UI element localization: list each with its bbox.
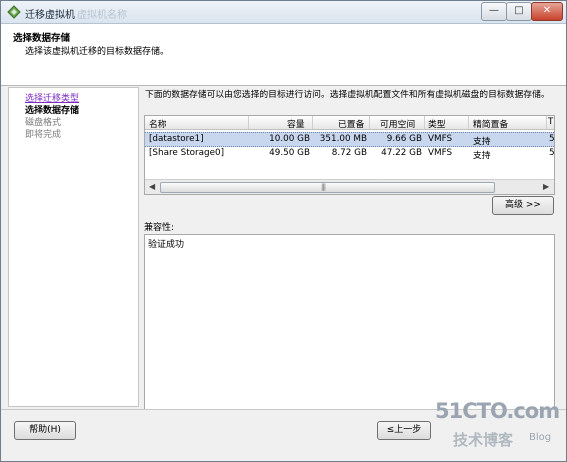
page-subtitle: 选择该虚拟机迁移的目标数据存储。 [25,47,170,57]
cell-type: VMFS [428,148,453,158]
column-header-provisioned[interactable]: 已置备 [338,117,364,130]
window-title: 迁移虚拟机 [25,10,75,21]
column-header-more[interactable]: T [548,117,553,127]
datastore-table: 名称 容量 已置备 可用空间 类型 精简置备 T [datastore1] 10… [144,115,555,195]
cell-free-space: 9.66 GB [386,134,422,144]
wizard-header: 选择数据存储 选择该虚拟机迁移的目标数据存储。 [1,24,566,86]
compatibility-box: 验证成功 [144,234,555,410]
watermark-subtitle: 技术博客 [453,431,514,449]
scroll-left-arrow-icon[interactable]: ◀ [149,182,155,191]
cell-more: 5 [549,148,555,158]
table-row[interactable]: [Share Storage0] 49.50 GB 8.72 GB 47.22 … [145,147,555,161]
title-bar: 迁移虚拟机 虚拟机名称 — □ ✕ [1,1,566,24]
cell-name: [datastore1] [149,134,204,144]
table-row[interactable]: [datastore1] 10.00 GB 351.00 MB 9.66 GB … [145,132,554,147]
cell-thin-provisioning: 支持 [473,137,491,147]
window-title-vm-name: 虚拟机名称 [77,10,127,21]
cell-capacity: 49.50 GB [269,148,310,158]
vsphere-app-icon [7,5,21,19]
scroll-right-arrow-icon[interactable]: ▶ [543,182,549,191]
advanced-button[interactable]: 高级 >> [492,196,554,215]
grip-icon: ||| [321,183,326,191]
column-header-capacity[interactable]: 容量 [287,117,305,130]
watermark: 51CTO.com 技术博客 Blog [435,399,565,459]
step-ready-to-complete: 即将完成 [25,130,62,140]
column-header-thin-provisioning[interactable]: 精简置备 [473,117,508,130]
help-button[interactable]: 帮助(H) [14,421,76,440]
scrollbar-thumb[interactable]: ||| [160,182,495,193]
horizontal-scrollbar[interactable]: ◀ ||| ▶ [145,179,554,194]
column-header-name[interactable]: 名称 [149,117,167,130]
cell-capacity: 10.00 GB [269,134,310,144]
close-button[interactable]: ✕ [531,2,563,21]
cell-type: VMFS [428,134,453,144]
cell-name: [Share Storage0] [149,148,225,158]
column-header-free-space[interactable]: 可用空间 [380,117,415,130]
column-header-type[interactable]: 类型 [428,117,446,130]
maximize-button[interactable]: □ [506,2,532,21]
back-button[interactable]: ≤上一步 [377,421,431,440]
cell-more: 5 [549,134,555,144]
cell-thin-provisioning: 支持 [473,151,491,161]
cell-free-space: 47.22 GB [381,148,422,158]
compatibility-result: 验证成功 [148,240,185,250]
table-header: 名称 容量 已置备 可用空间 类型 精简置备 T [145,116,554,130]
compatibility-label: 兼容性: [144,223,175,233]
migrate-vm-window: 迁移虚拟机 虚拟机名称 — □ ✕ 选择数据存储 选择该虚拟机迁移的目标数据存储… [0,0,567,462]
minimize-button[interactable]: — [481,2,507,21]
cell-provisioned: 351.00 MB [319,134,367,144]
wizard-steps-panel: 选择迁移类型 选择数据存储 磁盘格式 即将完成 [8,87,139,407]
page-title: 选择数据存储 [13,33,71,44]
watermark-logo-text: 51CTO.com [435,399,560,423]
datastore-description: 下面的数据存储可以由您选择的目标进行访问。选择虚拟机配置文件和所有虚拟机磁盘的目… [145,90,550,100]
cell-provisioned: 8.72 GB [331,148,367,158]
watermark-blog: Blog [529,432,552,443]
